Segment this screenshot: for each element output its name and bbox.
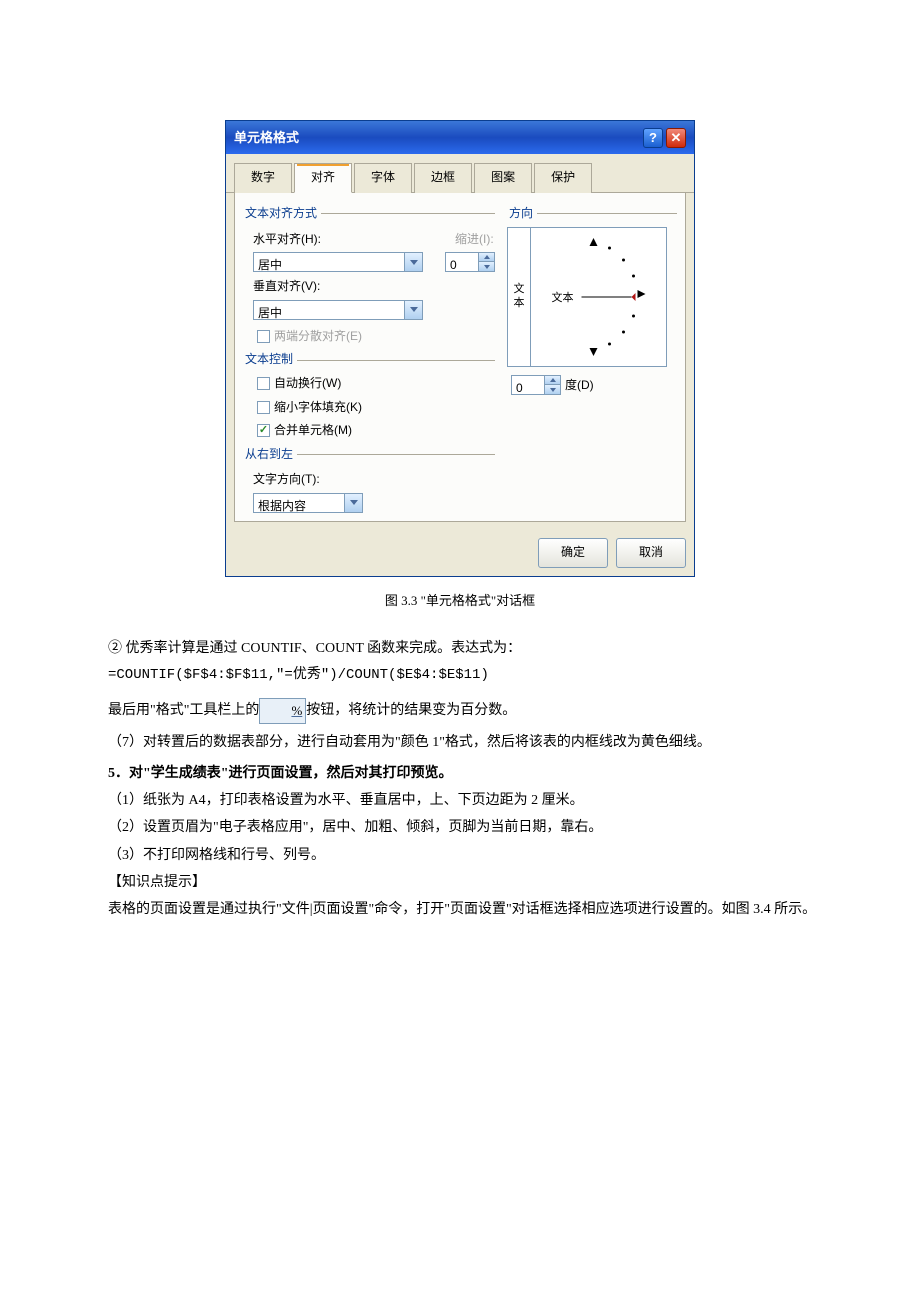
justify-distributed-label: 两端分散对齐(E) [274,326,362,348]
formula-text: =COUNTIF($F$4:$F$11,"=优秀")/COUNT($E$4:$E… [80,663,840,688]
ok-button[interactable]: 确定 [538,538,608,568]
indent-value[interactable]: 0 [445,252,479,272]
close-button[interactable]: ✕ [666,128,686,148]
help-button[interactable]: ? [643,128,663,148]
v-align-label: 垂直对齐(V): [253,276,495,298]
shrink-checkbox[interactable] [257,401,270,414]
paragraph: （2）设置页眉为"电子表格应用"，居中、加粗、倾斜，页脚为当前日期，靠右。 [80,815,840,840]
dialog-footer: 确定 取消 [226,530,694,576]
h-align-combo[interactable]: 居中 [253,252,423,272]
paragraph: （3）不打印网格线和行号、列号。 [80,843,840,868]
spinner-down-icon[interactable] [479,262,495,272]
cell-format-dialog: 单元格格式 ? ✕ 数字 对齐 字体 边框 图案 保护 文本对齐方式 [225,120,695,577]
orientation-arc[interactable]: 文本 [531,227,667,367]
text-dir-label: 文字方向(T): [253,469,495,491]
h-align-value[interactable]: 居中 [253,252,405,272]
titlebar: 单元格格式 ? ✕ [226,121,694,154]
wrap-checkbox[interactable] [257,377,270,390]
group-rtl: 从右到左 [243,444,293,466]
cancel-button[interactable]: 取消 [616,538,686,568]
orientation-widget[interactable]: 文 本 [507,227,667,367]
paragraph: （7）对转置后的数据表部分，进行自动套用为"颜色 1"格式，然后将该表的内框线改… [80,730,840,755]
tab-pattern[interactable]: 图案 [474,163,532,193]
tab-protect[interactable]: 保护 [534,163,592,193]
h-align-label: 水平对齐(H): [253,229,435,251]
paragraph: 表格的页面设置是通过执行"文件|页面设置"命令，打开"页面设置"对话框选择相应选… [80,897,840,922]
justify-distributed-checkbox [257,330,270,343]
merge-checkbox[interactable] [257,424,270,437]
orientation-vertical-button[interactable]: 文 本 [507,227,531,367]
paragraph: （1）纸张为 A4，打印表格设置为水平、垂直居中，上、下页边距为 2 厘米。 [80,788,840,813]
spinner-up-icon[interactable] [479,252,495,262]
tab-border[interactable]: 边框 [414,163,472,193]
dialog-body: 文本对齐方式 水平对齐(H): 居中 缩进(I): [234,193,686,522]
figure-caption: 图 3.3 "单元格格式"对话框 [80,589,840,612]
degree-label: 度(D) [565,375,594,397]
dialog-title: 单元格格式 [234,126,299,149]
group-text-align: 文本对齐方式 [243,203,317,225]
percent-icon: % [259,698,306,723]
tab-strip: 数字 对齐 字体 边框 图案 保护 [226,154,694,193]
shrink-label: 缩小字体填充(K) [274,397,362,419]
text-dir-value[interactable]: 根据内容 [253,493,345,513]
v-align-combo[interactable]: 居中 [253,300,423,320]
spinner-up-icon[interactable] [545,375,561,385]
paragraph: 【知识点提示】 [80,870,840,895]
orientation-text-label: 文本 [552,290,574,304]
chevron-down-icon[interactable] [345,493,363,513]
indent-spinner[interactable]: 0 [445,252,495,272]
chevron-down-icon[interactable] [405,252,423,272]
tab-alignment[interactable]: 对齐 [294,163,352,193]
paragraph: 最后用"格式"工具栏上的%按钮，将统计的结果变为百分数。 [80,698,840,723]
wrap-label: 自动换行(W) [274,373,341,395]
v-align-value[interactable]: 居中 [253,300,405,320]
tab-font[interactable]: 字体 [354,163,412,193]
degree-value[interactable]: 0 [511,375,545,395]
text-dir-combo[interactable]: 根据内容 [253,493,363,513]
section-heading: 5．对"学生成绩表"进行页面设置，然后对其打印预览。 [80,761,840,786]
group-orientation: 方向 [507,203,533,225]
spinner-down-icon[interactable] [545,385,561,395]
merge-label: 合并单元格(M) [274,420,352,442]
chevron-down-icon[interactable] [405,300,423,320]
tab-number[interactable]: 数字 [234,163,292,193]
indent-label: 缩进(I): [455,229,495,251]
dialog-figure: 单元格格式 ? ✕ 数字 对齐 字体 边框 图案 保护 文本对齐方式 [80,120,840,577]
paragraph: ② 优秀率计算是通过 COUNTIF、COUNT 函数来完成。表达式为： [80,636,840,661]
degree-spinner[interactable]: 0 [511,375,561,395]
group-text-control: 文本控制 [243,349,293,371]
